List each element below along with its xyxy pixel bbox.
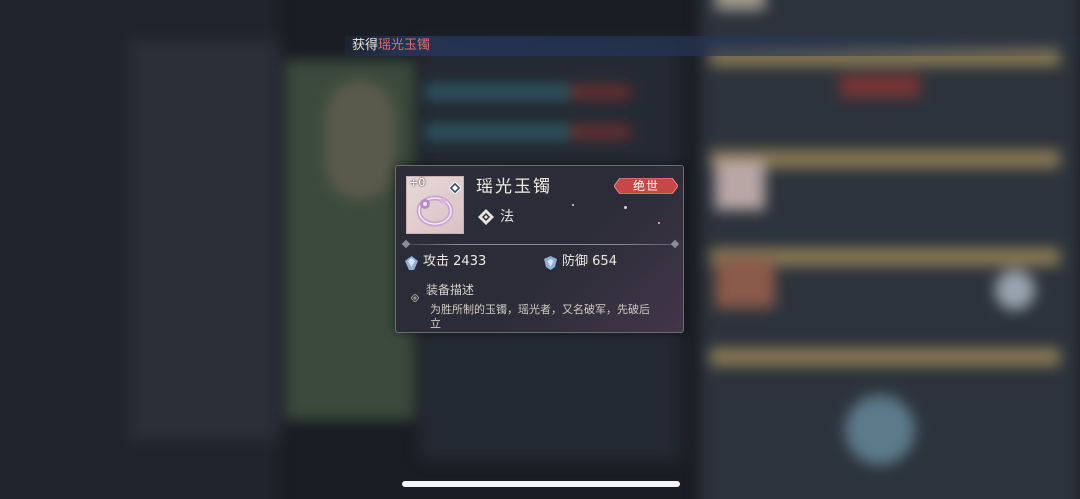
divider-dot [670,239,680,249]
quality-gem-icon [448,179,462,198]
item-icon-frame: +0 [406,176,464,234]
element-type-icon [478,209,494,229]
acquire-banner-text: 获得瑶光玉镯 [352,37,430,55]
defense-label: 防御 [562,254,589,269]
element-type-label: 法 [500,209,514,225]
acquire-banner [345,36,1080,56]
acquire-item-name: 瑶光玉镯 [378,38,431,53]
home-indicator[interactable] [402,481,680,487]
description-title: 装备描述 [426,283,475,297]
defense-value: 654 [592,254,617,269]
acquire-prefix: 获得 [352,38,379,53]
defense-stat: 防御 654 [562,253,617,271]
rarity-badge: 绝世 [614,178,678,194]
attack-value: 2433 [453,254,487,269]
attack-gem-icon [405,255,418,274]
diamond-bullet-icon [410,287,420,306]
attack-label: 攻击 [423,254,450,269]
divider [406,244,674,245]
item-description: 为胜所制的玉镯，瑶光者，又名破军，先破后立 [430,303,650,330]
enhance-level: +0 [409,176,426,189]
attack-stat: 攻击 2433 [423,253,486,271]
item-name: 瑶光玉镯 [476,177,552,197]
rarity-label: 绝世 [632,179,659,193]
divider-dot [401,239,411,249]
defense-gem-icon [544,255,557,274]
item-detail-panel[interactable]: +0 瑶光玉镯 绝世 法 攻击 2433 防御 654 装备描述 为胜所制的玉镯… [395,165,684,333]
